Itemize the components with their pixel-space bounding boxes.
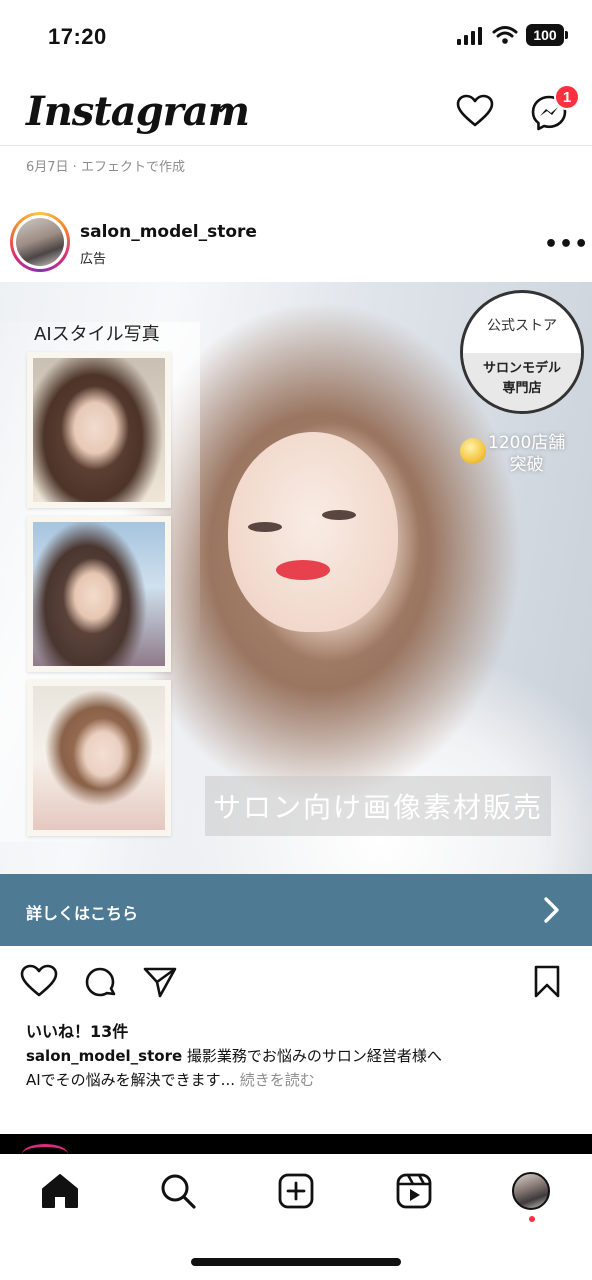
- share-icon[interactable]: [142, 964, 178, 1000]
- caption-username[interactable]: salon_model_store: [26, 1047, 182, 1065]
- caption: salon_model_store 撮影業務でお悩みのサロン経営者様へ: [26, 1045, 442, 1066]
- heart-icon[interactable]: [20, 964, 58, 998]
- battery-icon: 100: [526, 24, 568, 46]
- chevron-right-icon: [544, 897, 559, 923]
- ad-image[interactable]: AIスタイル写真 公式ストア サロンモデル 専門店 1200店舗 突破 サロン向…: [0, 282, 592, 874]
- ad-caption-box: サロン向け画像素材販売: [205, 776, 551, 836]
- next-post-edge: [0, 1134, 592, 1154]
- cta-label: 詳しくはこちら: [26, 904, 139, 923]
- home-indicator: [191, 1258, 401, 1266]
- chevron-down-icon[interactable]: [212, 102, 230, 114]
- caption-continued: AIでその悩みを解決できます... 続きを読む: [26, 1069, 315, 1090]
- activity-dot: [529, 1216, 535, 1222]
- post-header: salon_model_store 広告 •••: [0, 206, 592, 282]
- medal-icon: [460, 438, 486, 464]
- cta-button[interactable]: 詳しくはこちら: [0, 874, 592, 946]
- signal-icon: [457, 27, 482, 45]
- wifi-icon: [492, 26, 518, 44]
- read-more-link[interactable]: 続きを読む: [235, 1071, 315, 1089]
- ad-ai-label: AIスタイル写真: [34, 324, 160, 345]
- home-icon[interactable]: [40, 1172, 80, 1210]
- status-time: 17:20: [48, 24, 107, 49]
- caption-text: 撮影業務でお悩みのサロン経営者様へ: [182, 1047, 442, 1065]
- sponsored-label: 広告: [80, 252, 107, 267]
- store-count-badge: 1200店舗 突破: [488, 433, 566, 475]
- comment-icon[interactable]: [82, 964, 118, 1000]
- bookmark-icon[interactable]: [530, 964, 564, 1000]
- ad-caption: サロン向け画像素材販売: [212, 791, 543, 824]
- notification-badge: 1: [554, 84, 580, 110]
- post-avatar[interactable]: [16, 218, 64, 266]
- status-bar: 17:20 100: [0, 0, 592, 76]
- effect-note: 6月7日 · エフェクトで作成: [26, 160, 185, 175]
- create-icon[interactable]: [276, 1172, 316, 1210]
- heart-icon[interactable]: [456, 94, 494, 128]
- search-icon[interactable]: [158, 1172, 198, 1210]
- post-username[interactable]: salon_model_store: [80, 222, 257, 242]
- profile-avatar[interactable]: [512, 1172, 550, 1210]
- likes-count[interactable]: いいね！13件: [26, 1018, 128, 1042]
- app-header: Instagram 1: [0, 76, 592, 146]
- ad-sample-photo: [27, 516, 171, 672]
- status-icons: 100: [456, 24, 568, 46]
- more-options-icon[interactable]: •••: [544, 232, 589, 257]
- caption-text: AIでその悩みを解決できます...: [26, 1071, 235, 1089]
- reels-icon[interactable]: [394, 1172, 434, 1210]
- story-ring[interactable]: [10, 212, 70, 272]
- post-actions: [0, 960, 592, 1010]
- ad-sample-photo: [27, 352, 171, 508]
- official-store-badge: 公式ストア サロンモデル 専門店: [460, 290, 584, 414]
- ad-model-face: [228, 432, 398, 632]
- ad-sample-photo: [27, 680, 171, 836]
